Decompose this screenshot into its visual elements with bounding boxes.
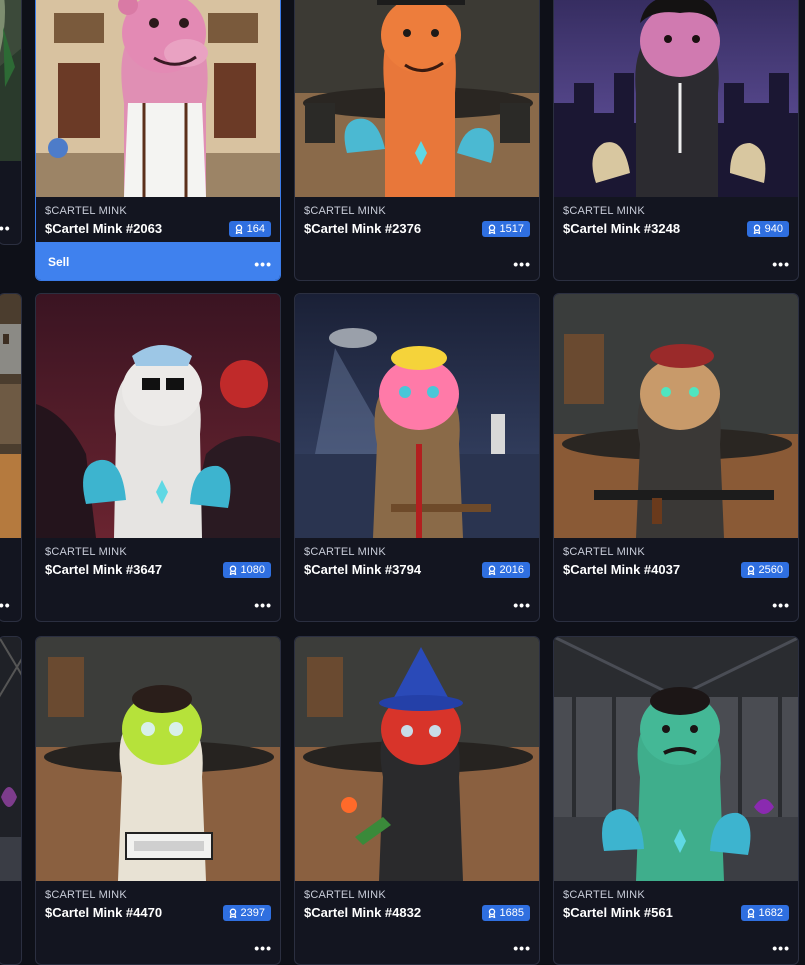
nft-name: $Cartel Mink #561 [563, 905, 673, 920]
nft-image [554, 637, 798, 881]
rank-badge: 1682 [740, 905, 789, 921]
collection-name: $CARTEL MINK [45, 205, 127, 217]
rank-icon [235, 224, 242, 234]
partial-nft-card[interactable]: 19 ••• [0, 293, 22, 622]
nft-image [295, 294, 539, 538]
rank-icon [747, 565, 754, 575]
nft-name: $Cartel Mink #3794 [304, 562, 422, 577]
nft-card[interactable]: $CARTEL MINK $Cartel Mink #3647 1080 ••• [35, 293, 281, 622]
more-options-icon[interactable]: ••• [0, 598, 11, 612]
sell-label: Sell [48, 255, 70, 269]
rank-icon [753, 224, 760, 234]
rank-value: 2560 [758, 564, 783, 576]
more-options-icon[interactable]: ••• [0, 221, 11, 235]
rank-badge: 1517 [481, 221, 530, 237]
nft-card[interactable]: $CARTEL MINK $Cartel Mink #4832 1685 ••• [294, 636, 540, 965]
rank-badge: 940 [746, 221, 789, 237]
nft-card[interactable]: $CARTEL MINK $Cartel Mink #3794 2016 ••• [294, 293, 540, 622]
partial-nft-card[interactable]: 94 ••• [0, 0, 22, 245]
rank-icon [229, 908, 236, 918]
nft-image [0, 294, 21, 538]
nft-card[interactable]: $CARTEL MINK $Cartel Mink #2063 164 Sell… [35, 0, 281, 281]
more-options-icon[interactable]: ••• [254, 598, 272, 612]
rank-value: 1682 [758, 907, 783, 919]
rank-icon [488, 908, 495, 918]
nft-name: $Cartel Mink #2376 [304, 221, 422, 236]
nft-image [36, 294, 280, 538]
more-options-icon[interactable]: ••• [772, 257, 790, 271]
more-options-icon[interactable]: ••• [513, 257, 531, 271]
nft-image [36, 637, 280, 881]
rank-value: 1685 [499, 907, 524, 919]
more-options-icon[interactable]: ••• [254, 257, 272, 271]
rank-badge: 2560 [740, 562, 789, 578]
nft-image [0, 637, 21, 881]
nft-card[interactable]: $CARTEL MINK $Cartel Mink #2376 1517 ••• [294, 0, 540, 281]
collection-name: $CARTEL MINK [304, 546, 386, 558]
nft-name: $Cartel Mink #3248 [563, 221, 681, 236]
nft-image [295, 637, 539, 881]
more-options-icon[interactable]: ••• [772, 941, 790, 955]
rank-value: 1517 [499, 223, 524, 235]
rank-value: 940 [764, 223, 783, 235]
rank-badge: 164 [228, 221, 271, 237]
rank-icon [229, 565, 236, 575]
more-options-icon[interactable]: ••• [254, 941, 272, 955]
nft-card[interactable]: $CARTEL MINK $Cartel Mink #3248 940 ••• [553, 0, 799, 281]
more-options-icon[interactable]: ••• [772, 598, 790, 612]
nft-image [295, 0, 539, 197]
nft-card[interactable]: $CARTEL MINK $Cartel Mink #561 1682 ••• [553, 636, 799, 965]
rank-icon [488, 565, 495, 575]
collection-name: $CARTEL MINK [45, 889, 127, 901]
nft-card[interactable]: $CARTEL MINK $Cartel Mink #4037 2560 ••• [553, 293, 799, 622]
rank-value: 164 [246, 223, 265, 235]
rank-badge: 1685 [481, 905, 530, 921]
rank-badge: 1080 [222, 562, 271, 578]
collection-name: $CARTEL MINK [45, 546, 127, 558]
rank-badge: 2397 [222, 905, 271, 921]
collection-name: $CARTEL MINK [304, 889, 386, 901]
rank-value: 2016 [499, 564, 524, 576]
nft-name: $Cartel Mink #2063 [45, 221, 163, 236]
nft-card[interactable]: $CARTEL MINK $Cartel Mink #4470 2397 ••• [35, 636, 281, 965]
nft-name: $Cartel Mink #3647 [45, 562, 163, 577]
rank-badge: 2016 [481, 562, 530, 578]
rank-value: 1080 [240, 564, 265, 576]
more-options-icon[interactable]: ••• [513, 941, 531, 955]
nft-name: $Cartel Mink #4832 [304, 905, 422, 920]
sell-button[interactable]: Sell ••• [36, 242, 280, 280]
collection-name: $CARTEL MINK [563, 546, 645, 558]
nft-image [554, 294, 798, 538]
rank-icon [488, 224, 495, 234]
collection-name: $CARTEL MINK [563, 889, 645, 901]
nft-image [0, 0, 21, 161]
nft-image [36, 0, 280, 197]
more-options-icon[interactable]: ••• [513, 598, 531, 612]
nft-name: $Cartel Mink #4037 [563, 562, 681, 577]
collection-name: $CARTEL MINK [304, 205, 386, 217]
collection-name: $CARTEL MINK [563, 205, 645, 217]
nft-image [554, 0, 798, 197]
rank-icon [747, 908, 754, 918]
rank-value: 2397 [240, 907, 265, 919]
partial-nft-card[interactable]: 82 [0, 636, 22, 965]
nft-name: $Cartel Mink #4470 [45, 905, 163, 920]
